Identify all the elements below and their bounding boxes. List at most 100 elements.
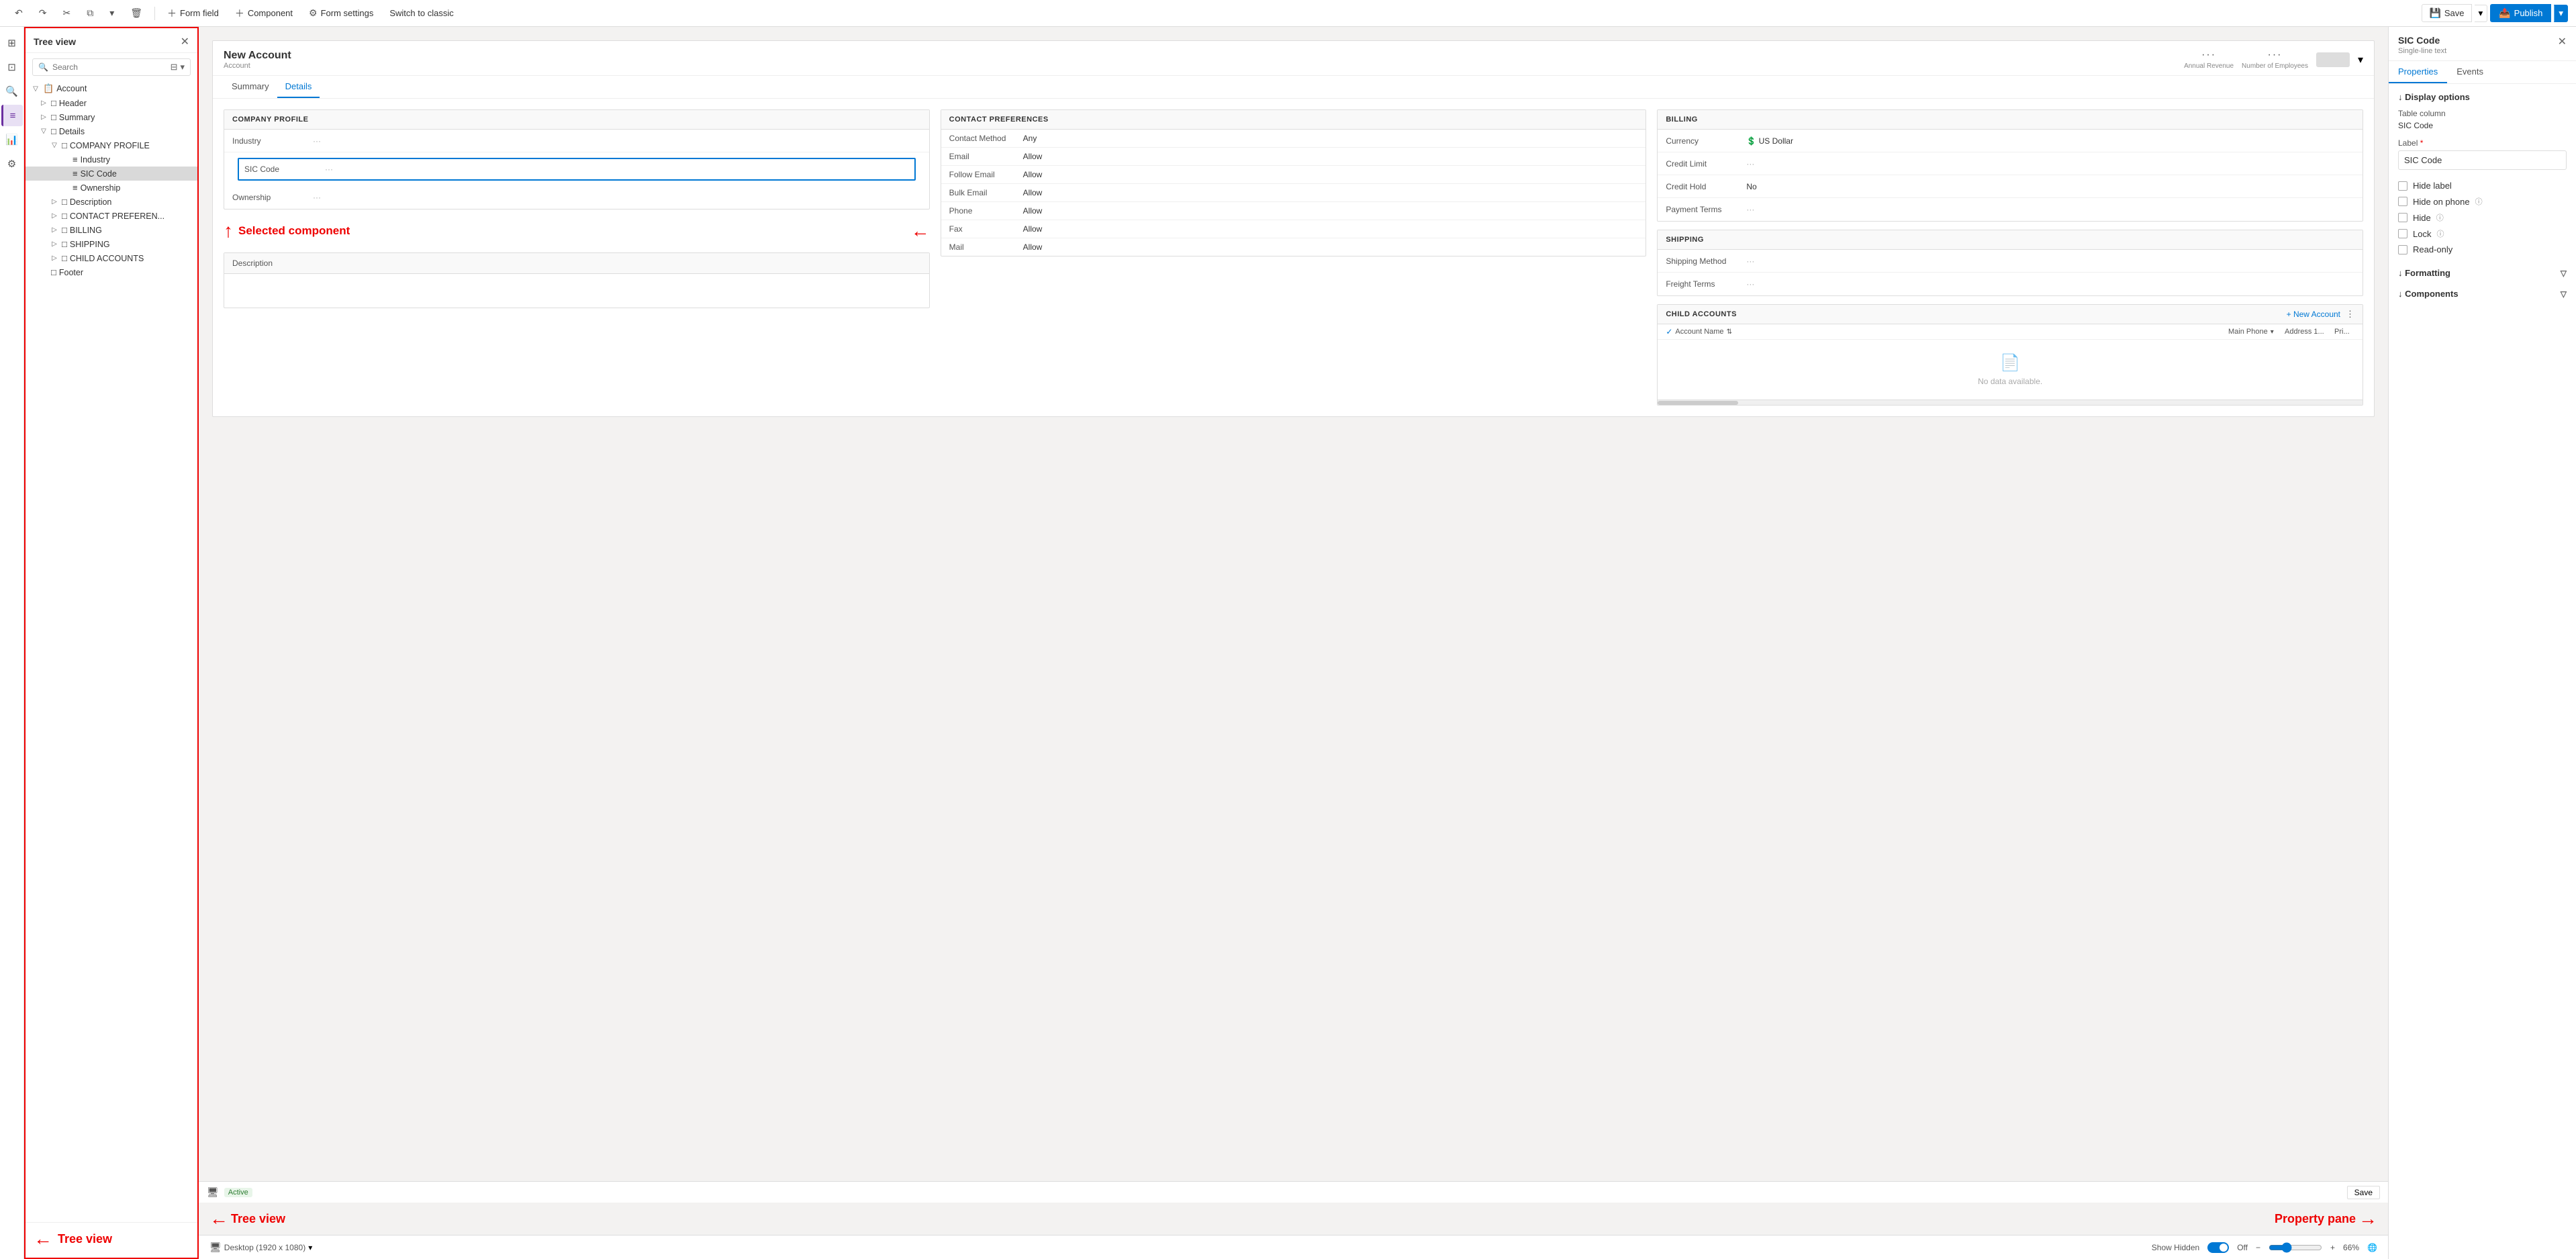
tree-item-ownership[interactable]: ≡ Ownership: [26, 181, 197, 195]
components-header[interactable]: ↓ Components ▽: [2398, 289, 2567, 299]
settings-icon-btn[interactable]: ⚙: [1, 153, 23, 175]
shipping-method-row[interactable]: Shipping Method ···: [1658, 250, 2363, 273]
tree-item-footer[interactable]: □ Footer: [26, 265, 197, 279]
toggle-track[interactable]: [2207, 1242, 2229, 1253]
ownership-value: ···: [313, 193, 921, 202]
property-pane-label: Property pane: [2275, 1212, 2356, 1226]
copy-button[interactable]: ⧉: [80, 5, 100, 21]
redo-button[interactable]: ↷: [32, 5, 54, 21]
expand-icon: ▽: [31, 84, 40, 93]
label-field: Label: [2398, 138, 2567, 170]
payment-terms-row[interactable]: Payment Terms ···: [1658, 198, 2363, 221]
data-icon-btn[interactable]: 📊: [1, 129, 23, 150]
hide-info-icon: ⓘ: [2436, 212, 2444, 223]
prop-close-button[interactable]: ✕: [2558, 35, 2567, 48]
credit-hold-row[interactable]: Credit Hold No: [1658, 175, 2363, 198]
tree-item-details[interactable]: ▽ □ Details: [26, 124, 197, 138]
horizontal-scrollbar[interactable]: [1658, 400, 2363, 405]
form-expand-button[interactable]: ▾: [2358, 53, 2363, 66]
ownership-field-row[interactable]: Ownership ···: [224, 186, 929, 209]
tab-events[interactable]: Events: [2447, 61, 2493, 83]
freight-terms-row[interactable]: Freight Terms ···: [1658, 273, 2363, 295]
label-input[interactable]: [2398, 150, 2567, 170]
tree-item-label: Ownership: [81, 183, 192, 193]
email-row[interactable]: Email Allow: [941, 148, 1646, 166]
col-account-name: Account Name ⇅: [1675, 328, 2226, 336]
cut-button[interactable]: ✂: [56, 5, 77, 21]
publish-split-button[interactable]: ▾: [2554, 5, 2568, 22]
save-button[interactable]: 💾 Save: [2422, 4, 2471, 22]
scrollbar-thumb: [1658, 401, 1738, 405]
follow-email-row[interactable]: Follow Email Allow: [941, 166, 1646, 184]
form-field-button[interactable]: ＋ Form field: [160, 4, 226, 23]
billing-header: BILLING: [1658, 110, 2363, 130]
description-label: Description: [232, 259, 273, 268]
tab-summary[interactable]: Summary: [224, 76, 277, 98]
switch-to-classic-button[interactable]: Switch to classic: [383, 5, 460, 21]
filter-button[interactable]: ⊟: [171, 62, 178, 73]
sic-code-selected-field[interactable]: SIC Code ···: [238, 158, 916, 181]
zoom-slider[interactable]: [2269, 1242, 2322, 1253]
toggle-switch[interactable]: [2207, 1242, 2229, 1253]
currency-row[interactable]: Currency 💲 US Dollar: [1658, 130, 2363, 152]
device-dropdown-button[interactable]: ▾: [308, 1243, 312, 1252]
tree-item-child-accounts[interactable]: ▷ □ CHILD ACCOUNTS: [26, 251, 197, 265]
tree-item-shipping[interactable]: ▷ □ SHIPPING: [26, 237, 197, 251]
new-account-button[interactable]: + New Account: [2287, 310, 2340, 319]
search-icon-btn[interactable]: 🔍: [1, 81, 23, 102]
contact-prefs-header: CONTACT PREFERENCES: [941, 110, 1646, 130]
components-section: ↓ Components ▽: [2398, 289, 2567, 299]
mail-row[interactable]: Mail Allow: [941, 238, 1646, 256]
hide-label-checkbox[interactable]: [2398, 181, 2407, 191]
search-input[interactable]: [52, 62, 166, 72]
tree-item-description[interactable]: ▷ □ Description: [26, 195, 197, 209]
hide-checkbox[interactable]: [2398, 213, 2407, 222]
hide-on-phone-checkbox[interactable]: [2398, 197, 2407, 206]
canvas-save-button[interactable]: Save: [2347, 1186, 2380, 1199]
credit-hold-value: No: [1746, 182, 2354, 191]
phone-row[interactable]: Phone Allow: [941, 202, 1646, 220]
undo-button[interactable]: ↶: [8, 5, 30, 21]
tree-item-sic-code[interactable]: ≡ SIC Code: [26, 167, 197, 181]
form-settings-button[interactable]: ⚙ Form settings: [302, 5, 380, 21]
publish-button[interactable]: 📤 Publish: [2490, 4, 2551, 22]
main-layout: ⊞ ⊡ 🔍 ≡ 📊 ⚙ Tree view ✕ 🔍 ⊟ ▾ ▽ 📋 Accoun…: [0, 27, 2576, 1259]
delete-button[interactable]: 🗑: [124, 5, 149, 21]
display-options-header[interactable]: ↓ Display options: [2398, 92, 2567, 102]
tree-close-button[interactable]: ✕: [181, 35, 189, 48]
layers-icon-btn[interactable]: ≡: [1, 105, 23, 126]
fax-row[interactable]: Fax Allow: [941, 220, 1646, 238]
contact-method-row[interactable]: Contact Method Any: [941, 130, 1646, 148]
lock-checkbox[interactable]: [2398, 229, 2407, 238]
tree-search-bar: 🔍 ⊟ ▾: [32, 58, 191, 76]
sort-button[interactable]: ▾: [180, 62, 185, 73]
expand-icon: [60, 169, 70, 179]
tree-item-header[interactable]: ▷ □ Header: [26, 96, 197, 110]
tab-details[interactable]: Details: [277, 76, 320, 98]
hide-label: Hide: [2413, 213, 2431, 223]
grid-icon-btn[interactable]: ⊡: [1, 56, 23, 78]
tree-item-billing[interactable]: ▷ □ BILLING: [26, 223, 197, 237]
copy-dropdown-button[interactable]: ▾: [103, 5, 121, 21]
formatting-header[interactable]: ↓ Formatting ▽: [2398, 268, 2567, 278]
fax-label: Fax: [949, 224, 1023, 234]
tree-item-label: COMPANY PROFILE: [70, 141, 192, 150]
tree-item-label: Account: [56, 84, 192, 93]
tree-item-company-profile[interactable]: ▽ □ COMPANY PROFILE: [26, 138, 197, 152]
save-split-button[interactable]: ▾: [2475, 5, 2488, 22]
display-options-section: ↓ Display options Table column SIC Code …: [2398, 92, 2567, 257]
home-icon-btn[interactable]: ⊞: [1, 32, 23, 54]
read-only-checkbox[interactable]: [2398, 245, 2407, 254]
tree-item-contact-prefs[interactable]: ▷ □ CONTACT PREFEREN...: [26, 209, 197, 223]
tree-item-account[interactable]: ▽ 📋 Account: [26, 81, 197, 96]
expand-icon: ▷: [39, 99, 48, 108]
tree-item-industry[interactable]: ≡ Industry: [26, 152, 197, 167]
tree-view-annotation: ← Tree view: [26, 1222, 197, 1258]
tree-item-summary[interactable]: ▷ □ Summary: [26, 110, 197, 124]
bulk-email-row[interactable]: Bulk Email Allow: [941, 184, 1646, 202]
phone-label: Phone: [949, 206, 1023, 216]
tab-properties[interactable]: Properties: [2389, 61, 2447, 83]
industry-field-row[interactable]: Industry ···: [224, 130, 929, 152]
component-button[interactable]: ＋ Component: [228, 4, 299, 23]
credit-limit-row[interactable]: Credit Limit ···: [1658, 152, 2363, 175]
